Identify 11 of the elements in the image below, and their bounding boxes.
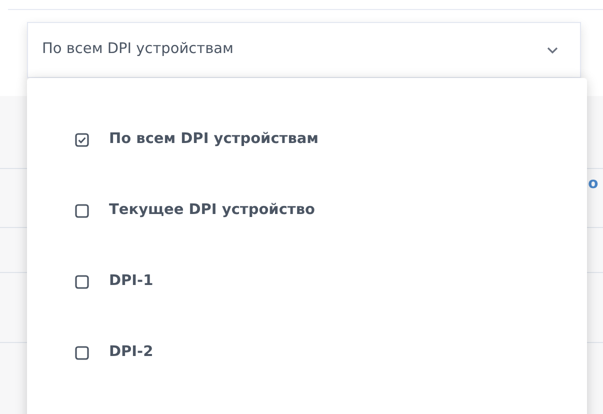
menu-option[interactable]: DPI-1 xyxy=(75,266,587,298)
menu-option[interactable]: DPI-2 xyxy=(75,337,587,369)
checkbox[interactable] xyxy=(75,133,89,147)
link-text: о xyxy=(588,176,598,191)
checkbox[interactable] xyxy=(75,204,89,218)
menu-option[interactable]: По всем DPI устройствам xyxy=(75,124,587,156)
checkbox[interactable] xyxy=(75,275,89,289)
chevron-down-icon xyxy=(547,46,558,54)
checkbox[interactable] xyxy=(75,346,89,360)
device-select[interactable]: По всем DPI устройствам xyxy=(27,22,581,78)
menu-option[interactable]: Текущее DPI устройство xyxy=(75,195,587,227)
